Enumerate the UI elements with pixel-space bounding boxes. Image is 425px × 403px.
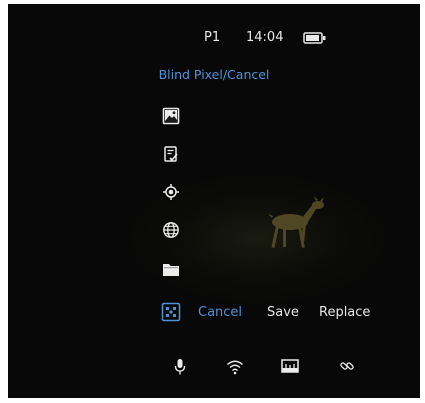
link-icon bbox=[340, 362, 354, 370]
globe-icon[interactable] bbox=[162, 221, 180, 239]
save-button[interactable]: Save bbox=[267, 305, 299, 320]
ruler-icon bbox=[281, 359, 299, 373]
menu-title: Blind Pixel/Cancel bbox=[158, 67, 270, 82]
replace-button[interactable]: Replace bbox=[319, 305, 370, 320]
image-icon[interactable] bbox=[162, 107, 180, 125]
preset-label: P1 bbox=[204, 30, 221, 45]
blind-pixel-icon[interactable] bbox=[161, 302, 181, 322]
cancel-button[interactable]: Cancel bbox=[198, 305, 242, 320]
microphone-icon bbox=[174, 359, 186, 375]
battery-icon bbox=[303, 32, 326, 44]
clock-time: 14:04 bbox=[246, 30, 284, 45]
crosshair-icon[interactable] bbox=[162, 183, 180, 201]
folder-icon[interactable] bbox=[162, 260, 180, 278]
edit-document-icon[interactable] bbox=[162, 145, 180, 163]
deer-thermal-image bbox=[268, 196, 324, 248]
wifi-icon bbox=[227, 360, 243, 375]
thermal-viewfinder-screen: P1 14:04 Blind Pixel/Cancel Cancel Save … bbox=[8, 4, 420, 398]
